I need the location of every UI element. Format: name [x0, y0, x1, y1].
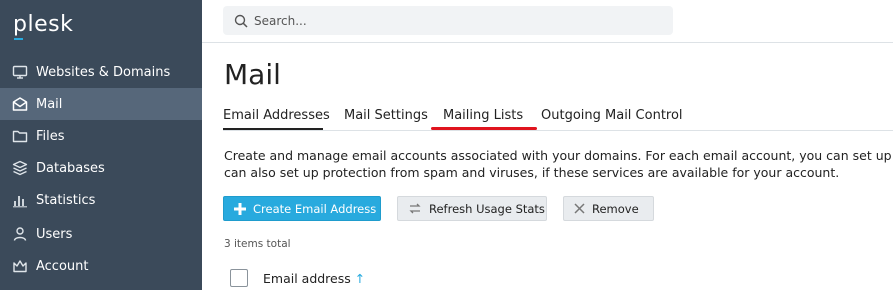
- sidebar-item-label: Databases: [36, 160, 105, 176]
- sidebar-item-account[interactable]: Account: [0, 250, 202, 282]
- items-count: 3 items total: [224, 238, 291, 250]
- create-email-address-button[interactable]: Create Email Address: [223, 196, 381, 221]
- sidebar-item-databases[interactable]: Databases: [0, 152, 202, 184]
- search-icon: [234, 14, 248, 28]
- bar-chart-icon: [13, 196, 27, 208]
- tab-divider: [223, 130, 893, 131]
- sidebar-item-mail[interactable]: Mail: [0, 88, 202, 120]
- logo-accent: [14, 38, 23, 40]
- tab-label: Email Addresses: [223, 108, 330, 123]
- refresh-usage-stats-button[interactable]: Refresh Usage Stats: [397, 196, 547, 221]
- select-all-checkbox[interactable]: [230, 269, 248, 287]
- refresh-icon: [409, 203, 421, 214]
- tab-outgoing-mail-control[interactable]: Outgoing Mail Control: [541, 108, 683, 123]
- page-description: Create and manage email accounts associa…: [224, 147, 893, 181]
- button-label: Refresh Usage Stats: [429, 201, 545, 216]
- sidebar-item-label: Mail: [36, 96, 63, 112]
- close-icon: [574, 203, 585, 214]
- user-icon: [13, 227, 27, 241]
- layers-icon: [12, 160, 28, 176]
- remove-button[interactable]: Remove: [563, 196, 654, 221]
- tab-mail-settings[interactable]: Mail Settings: [344, 108, 428, 123]
- plus-icon: [234, 202, 246, 215]
- search-input[interactable]: [254, 13, 654, 28]
- column-header-label: Email address: [263, 271, 351, 286]
- sort-ascending-icon: ↑: [354, 271, 366, 286]
- page-title: Mail: [224, 58, 281, 91]
- crown-icon: [13, 260, 27, 273]
- sidebar-item-label: Files: [36, 128, 65, 144]
- monitor-icon: [12, 65, 28, 79]
- description-line: can also set up protection from spam and…: [224, 165, 840, 180]
- column-header-email-address[interactable]: Email address ↑: [263, 271, 365, 286]
- sidebar-item-label: Statistics: [36, 192, 96, 208]
- folder-icon: [12, 130, 28, 143]
- tab-label: Mailing Lists: [443, 108, 524, 123]
- sidebar-item-websites-domains[interactable]: Websites & Domains: [0, 56, 202, 88]
- description-line: Create and manage email accounts associa…: [224, 148, 893, 163]
- sidebar: plesk Websites & Domains Mail Files Data…: [0, 0, 202, 290]
- sidebar-item-label: Websites & Domains: [36, 64, 171, 80]
- tab-label: Outgoing Mail Control: [541, 108, 683, 123]
- sidebar-item-label: Account: [36, 258, 89, 274]
- sidebar-item-statistics[interactable]: Statistics: [0, 184, 202, 216]
- sidebar-item-label: Users: [36, 226, 73, 242]
- button-label: Remove: [592, 201, 639, 216]
- tab-label: Mail Settings: [344, 108, 428, 123]
- annotation-underline: [431, 127, 537, 130]
- plesk-logo[interactable]: plesk: [13, 12, 73, 37]
- sidebar-item-users[interactable]: Users: [0, 218, 202, 250]
- tab-mailing-lists[interactable]: Mailing Lists: [443, 108, 523, 123]
- button-label: Create Email Address: [253, 201, 377, 216]
- envelope-icon: [12, 97, 28, 111]
- tab-email-addresses[interactable]: Email Addresses: [223, 108, 330, 130]
- sidebar-item-files[interactable]: Files: [0, 120, 202, 152]
- search-box[interactable]: [223, 6, 673, 35]
- top-bar: [202, 0, 893, 43]
